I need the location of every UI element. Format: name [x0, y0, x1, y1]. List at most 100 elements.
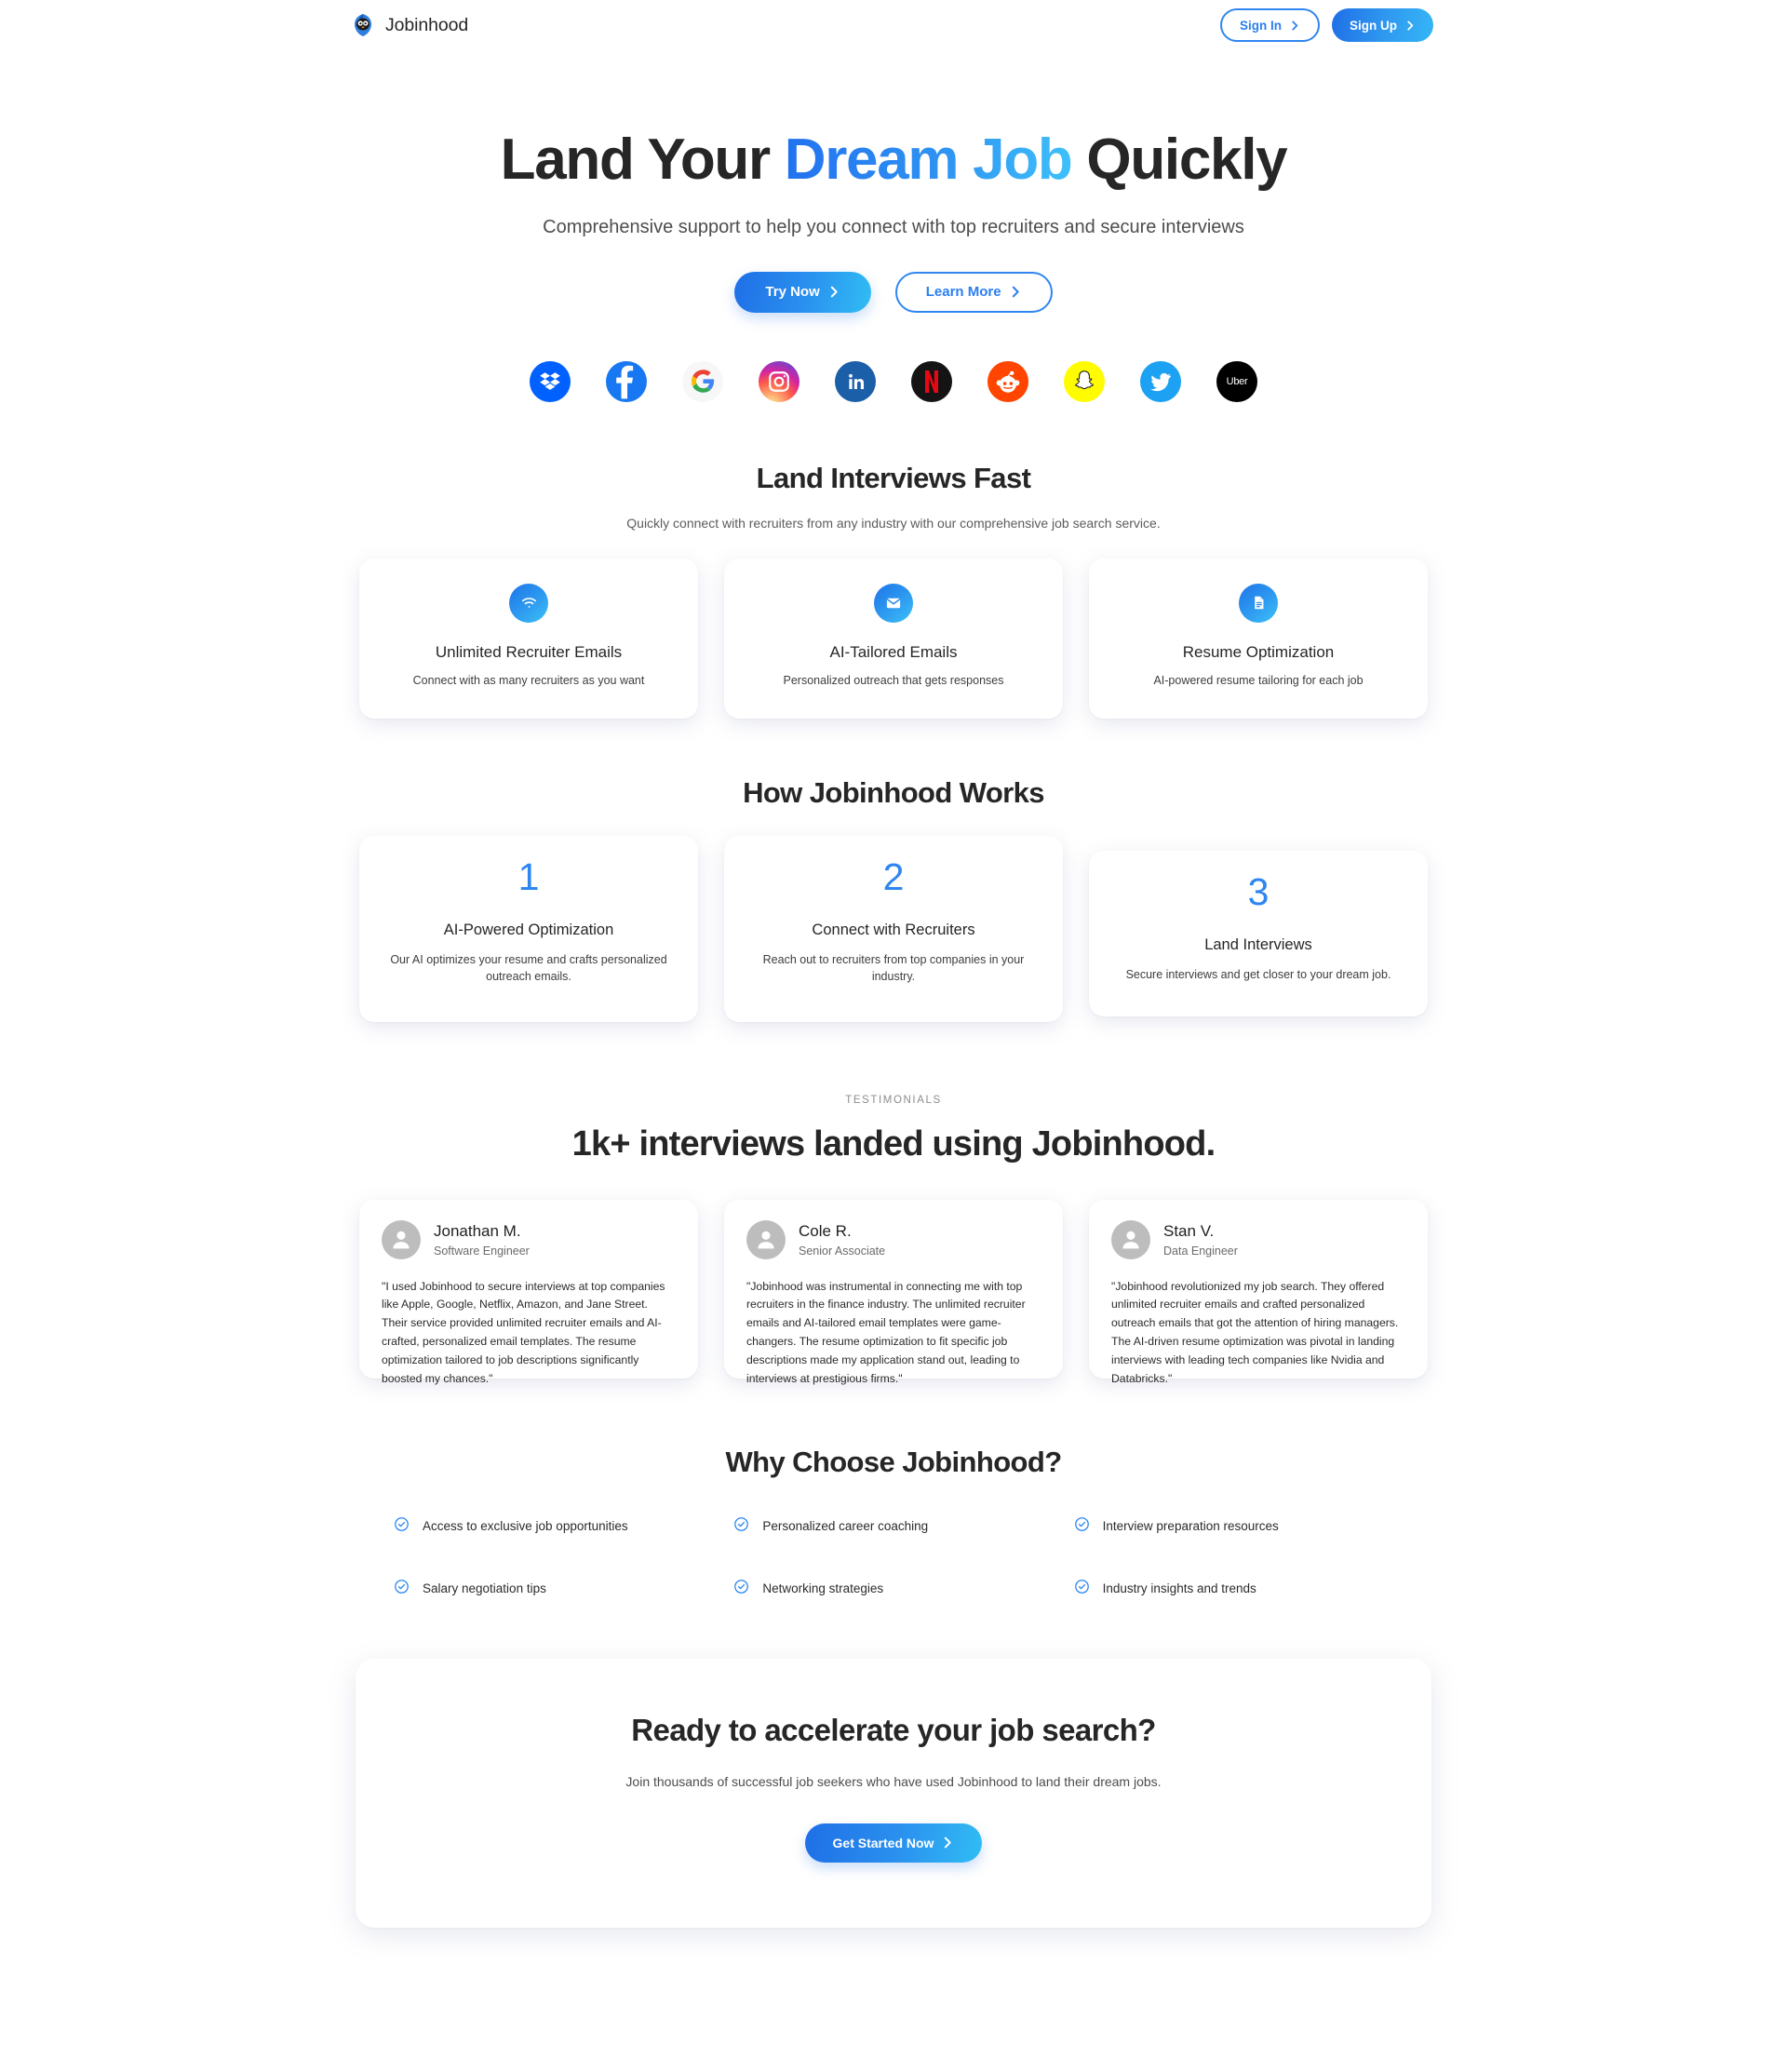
testimonials-eyebrow: TESTIMONIALS — [845, 1094, 942, 1106]
chevron-right-icon — [1290, 20, 1300, 31]
feature-card[interactable]: Unlimited Recruiter Emails Connect with … — [359, 558, 698, 719]
brand-name: Jobinhood — [385, 14, 469, 35]
why-label: Industry insights and trends — [1102, 1581, 1256, 1596]
why-item: Industry insights and trends — [1064, 1579, 1404, 1599]
step-card[interactable]: 1 AI-Powered Optimization Our AI optimiz… — [359, 835, 698, 1022]
brand[interactable]: Jobinhood — [351, 13, 468, 37]
step-card[interactable]: 3 Land Interviews Secure interviews and … — [1089, 850, 1428, 1016]
chevron-right-icon — [828, 286, 840, 298]
testimonial-identity: Jonathan M. Software Engineer — [434, 1222, 530, 1258]
testimonial-name: Stan V. — [1163, 1221, 1215, 1240]
wifi-signal-icon — [509, 583, 548, 623]
site-header: Jobinhood Sign In Sign Up — [0, 0, 1787, 58]
features-section: Land Interviews Fast Quickly connect wit… — [0, 462, 1787, 719]
why-choose-section: Why Choose Jobinhood? Access to exclusiv… — [0, 1446, 1787, 1599]
try-now-label: Try Now — [765, 284, 820, 301]
document-icon — [1239, 583, 1278, 623]
snapchat-logo-icon — [1064, 360, 1105, 402]
landing-page: Jobinhood Sign In Sign Up Land Your Drea… — [0, 0, 1787, 1928]
learn-more-button[interactable]: Learn More — [894, 271, 1053, 313]
step-desc: Secure interviews and get closer to your… — [1125, 967, 1391, 981]
hero-subtitle: Comprehensive support to help you connec… — [543, 216, 1244, 237]
check-circle-icon — [394, 1579, 410, 1599]
sign-up-button[interactable]: Sign Up — [1332, 8, 1433, 42]
step-number: 1 — [517, 854, 540, 898]
instagram-logo-icon — [759, 360, 799, 402]
features-subtitle: Quickly connect with recruiters from any… — [626, 515, 1161, 531]
step-number: 2 — [882, 854, 905, 898]
why-item: Personalized career coaching — [723, 1516, 1063, 1537]
step-title: Connect with Recruiters — [812, 921, 975, 938]
testimonial-role: Senior Associate — [799, 1244, 886, 1258]
uber-logo-icon: Uber — [1216, 360, 1257, 402]
sign-in-button[interactable]: Sign In — [1220, 8, 1320, 42]
testimonial-header: Stan V. Data Engineer — [1111, 1219, 1405, 1259]
page-title: Land Your Dream Job Quickly — [0, 129, 1787, 191]
header-actions: Sign In Sign Up — [1220, 8, 1433, 42]
check-circle-icon — [733, 1516, 749, 1537]
feature-card[interactable]: AI-Tailored Emails Personalized outreach… — [724, 558, 1063, 719]
check-circle-icon — [394, 1516, 410, 1537]
step-card[interactable]: 2 Connect with Recruiters Reach out to r… — [724, 835, 1063, 1022]
get-started-now-button[interactable]: Get Started Now — [804, 1823, 983, 1863]
testimonial-header: Cole R. Senior Associate — [746, 1219, 1041, 1259]
feature-card[interactable]: Resume Optimization AI-powered resume ta… — [1089, 558, 1428, 719]
check-circle-icon — [1074, 1516, 1090, 1537]
step-title: Land Interviews — [1204, 935, 1312, 953]
chevron-right-icon — [1405, 20, 1416, 31]
reddit-logo-icon — [988, 360, 1028, 402]
final-cta-subtitle: Join thousands of successful job seekers… — [625, 1773, 1162, 1789]
hero-title-part1: Land Your — [500, 128, 785, 192]
avatar — [382, 1219, 421, 1259]
try-now-button[interactable]: Try Now — [734, 271, 871, 313]
step-desc: Reach out to recruiters from top compani… — [762, 952, 1025, 983]
testimonial-identity: Cole R. Senior Associate — [799, 1222, 885, 1258]
sign-in-label: Sign In — [1240, 18, 1282, 33]
testimonial-card[interactable]: Jonathan M. Software Engineer "I used Jo… — [359, 1199, 698, 1385]
check-circle-icon — [733, 1579, 749, 1599]
feature-title: AI-Tailored Emails — [829, 642, 958, 661]
chevron-right-icon — [942, 1837, 954, 1849]
google-logo-icon — [682, 360, 723, 402]
linkedin-logo-icon — [835, 360, 876, 402]
testimonial-card[interactable]: Stan V. Data Engineer "Jobinhood revolut… — [1089, 1199, 1428, 1385]
hero-title-part2: Quickly — [1071, 128, 1287, 192]
twitter-logo-icon — [1140, 360, 1181, 402]
chevron-right-icon — [1010, 286, 1022, 298]
why-choose-grid: Access to exclusive job opportunities Pe… — [383, 1516, 1404, 1599]
step-title: AI-Powered Optimization — [443, 921, 614, 938]
why-choose-title: Why Choose Jobinhood? — [725, 1445, 1062, 1478]
why-label: Salary negotiation tips — [423, 1581, 546, 1596]
sign-up-label: Sign Up — [1350, 18, 1397, 33]
feature-title: Unlimited Recruiter Emails — [435, 642, 623, 661]
jobinhood-owl-logo-icon — [351, 13, 375, 37]
feature-desc: Personalized outreach that gets response… — [783, 673, 1004, 687]
check-circle-icon — [1074, 1579, 1090, 1599]
feature-cards-row: Unlimited Recruiter Emails Connect with … — [0, 558, 1787, 719]
why-label: Personalized career coaching — [762, 1519, 929, 1534]
testimonials-row: Jonathan M. Software Engineer "I used Jo… — [0, 1199, 1787, 1385]
step-desc: Our AI optimizes your resume and crafts … — [390, 952, 667, 983]
netflix-logo-icon — [911, 360, 952, 402]
why-item: Access to exclusive job opportunities — [383, 1516, 723, 1537]
company-logos-row: Uber — [0, 360, 1787, 402]
learn-more-label: Learn More — [925, 284, 1001, 301]
why-label: Networking strategies — [762, 1581, 884, 1596]
avatar — [1111, 1219, 1150, 1259]
avatar — [746, 1219, 786, 1259]
features-title: Land Interviews Fast — [756, 461, 1031, 494]
hero-cta-group: Try Now Learn More — [0, 271, 1787, 313]
feature-title: Resume Optimization — [1182, 642, 1335, 661]
testimonial-quote: "I used Jobinhood to secure interviews a… — [382, 1279, 665, 1385]
testimonial-card[interactable]: Cole R. Senior Associate "Jobinhood was … — [724, 1199, 1063, 1385]
feature-desc: AI-powered resume tailoring for each job — [1153, 673, 1364, 687]
final-cta-button-wrap: Get Started Now — [374, 1823, 1413, 1863]
testimonial-identity: Stan V. Data Engineer — [1163, 1222, 1238, 1258]
how-it-works-section: How Jobinhood Works 1 AI-Powered Optimiz… — [0, 776, 1787, 1022]
testimonial-name: Jonathan M. — [434, 1221, 521, 1240]
step-number: 3 — [1247, 869, 1270, 913]
why-item: Interview preparation resources — [1064, 1516, 1404, 1537]
testimonial-name: Cole R. — [799, 1221, 852, 1240]
testimonial-role: Software Engineer — [434, 1244, 530, 1258]
why-item: Salary negotiation tips — [383, 1579, 723, 1599]
